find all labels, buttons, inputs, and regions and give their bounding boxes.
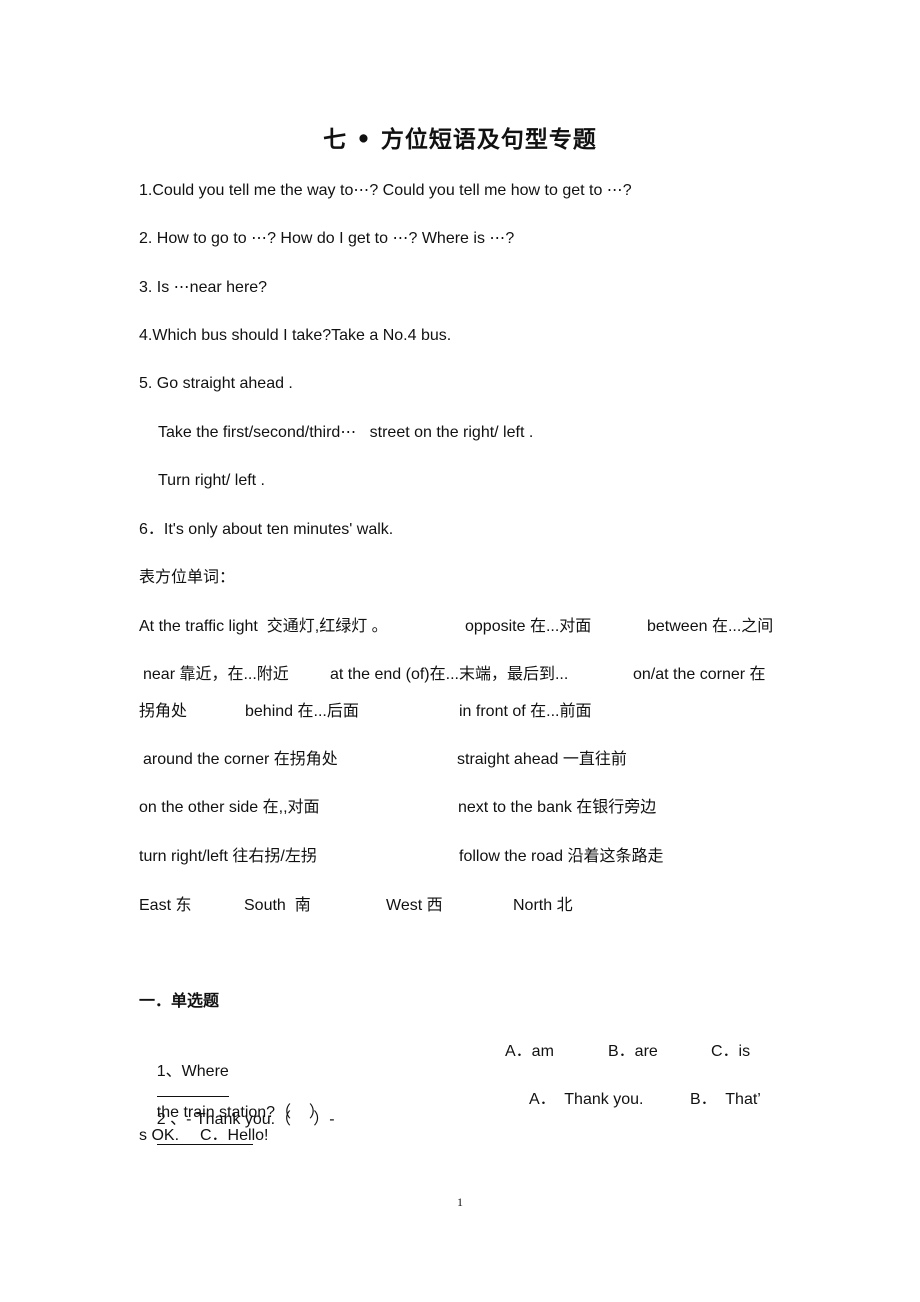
vocab-north: North 北 (513, 897, 573, 914)
sentence-2: 2. How to go to ⋯? How do I get to ⋯? Wh… (139, 230, 515, 247)
question-1-prefix: 1、Where (156, 1063, 229, 1080)
page-number: 1 (457, 1195, 463, 1209)
vocab-heading: 表方位单词： (139, 569, 236, 586)
vocab-turn: turn right/left 往右拐/左拐 (139, 848, 317, 865)
question-1-option-c: C．is (711, 1043, 751, 1060)
vocab-straight-ahead: straight ahead 一直往前 (457, 751, 627, 768)
vocab-on-at-corner-cont: 拐角处 (139, 703, 188, 720)
document-page: 七 • 方位短语及句型专题 1.Could you tell me the wa… (0, 0, 920, 1302)
section-heading: 一．单选题 (139, 993, 220, 1010)
sentence-6: 6．It's only about ten minutes' walk. (139, 521, 394, 538)
vocab-near: near 靠近，在...附近 (143, 666, 289, 683)
vocab-west: West 西 (386, 897, 443, 914)
vocab-at-the-end: at the end (of)在...末端，最后到... (330, 666, 569, 683)
question-2-option-a: A． Thank you. (529, 1091, 644, 1108)
question-2-option-b-cont: s OK. (139, 1127, 180, 1144)
sentence-5: 5. Go straight ahead . (139, 375, 293, 392)
vocab-behind: behind 在...后面 (245, 703, 359, 720)
vocab-between: between 在...之间 (647, 618, 774, 635)
vocab-south: South 南 (244, 897, 311, 914)
vocab-follow-road: follow the road 沿着这条路走 (459, 848, 664, 865)
vocab-opposite: opposite 在...对面 (465, 618, 592, 635)
sentence-3: 3. Is ⋯near here? (139, 279, 268, 296)
question-1-option-b: B．are (608, 1043, 658, 1060)
vocab-around-corner: around the corner 在拐角处 (143, 751, 338, 768)
sentence-1: 1.Could you tell me the way to⋯? Could y… (139, 182, 632, 199)
question-2-option-c: C．Hello! (200, 1127, 269, 1144)
question-1-option-a: A．am (505, 1043, 554, 1060)
vocab-on-at-corner: on/at the corner 在 (633, 666, 766, 683)
page-title: 七 • 方位短语及句型专题 (323, 126, 597, 153)
vocab-other-side: on the other side 在,,对面 (139, 799, 320, 816)
question-2-option-b: B． That’ (690, 1091, 761, 1108)
sentence-5-turn: Turn right/ left . (158, 472, 265, 489)
vocab-in-front-of: in front of 在...前面 (459, 703, 592, 720)
vocab-east: East 东 (139, 897, 192, 914)
sentence-5-take-street: Take the first/second/third⋯ street on t… (158, 424, 534, 441)
vocab-traffic-light: At the traffic light 交通灯,红绿灯 。 (139, 618, 388, 635)
vocab-next-to-bank: next to the bank 在银行旁边 (458, 799, 657, 816)
sentence-4: 4.Which bus should I take?Take a No.4 bu… (139, 327, 452, 344)
